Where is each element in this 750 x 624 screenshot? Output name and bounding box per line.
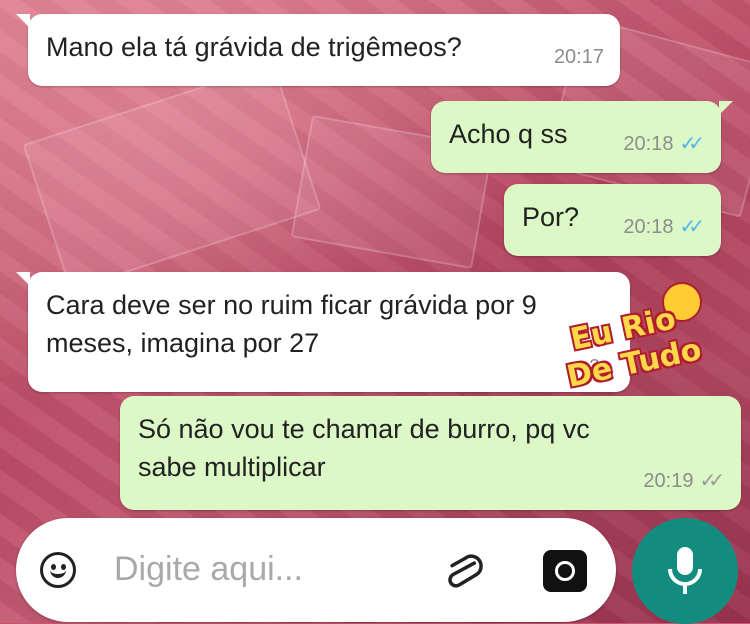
message-time: 20:17 [553, 46, 604, 68]
message-text: Por? [522, 202, 580, 232]
message-time: 20:18 ✓✓ [623, 125, 705, 163]
message-bubble-outgoing[interactable]: Por? 20:18 ✓✓ [504, 184, 721, 256]
message-time: 20:18 ✓✓ [623, 208, 705, 246]
paperclip-icon[interactable] [441, 548, 487, 594]
message-bubble-outgoing[interactable]: Só não vou te chamar de burro, pq vc sab… [120, 396, 741, 510]
watermark-logo: Eu Rio De Tudo [564, 282, 716, 395]
message-bubble-outgoing[interactable]: Acho q ss 20:18 ✓✓ [431, 101, 733, 173]
message-text: Só não vou te chamar de burro, pq vc sab… [138, 414, 590, 482]
message-bubble-incoming[interactable]: Cara deve ser no ruim ficar grávida por … [16, 272, 630, 392]
camera-icon[interactable] [543, 550, 587, 592]
message-input[interactable]: Digite aqui... [114, 550, 303, 589]
message-text: Mano ela tá grávida de trigêmeos? [46, 32, 462, 62]
message-bubble-incoming[interactable]: Mano ela tá grávida de trigêmeos? 20:17 [16, 14, 620, 86]
microphone-icon [668, 547, 702, 594]
double-check-icon: ✓✓ [679, 216, 704, 238]
message-text: Acho q ss [449, 119, 568, 149]
microphone-button[interactable] [632, 518, 738, 624]
emoji-icon[interactable] [40, 552, 76, 588]
message-time: 20:19 ✓✓ [643, 462, 725, 500]
double-check-icon: ✓✓ [679, 133, 704, 155]
double-check-icon: ✓✓ [699, 470, 724, 492]
message-text: Cara deve ser no ruim ficar grávida por … [46, 290, 537, 358]
message-input-bar: Digite aqui... [16, 518, 616, 622]
